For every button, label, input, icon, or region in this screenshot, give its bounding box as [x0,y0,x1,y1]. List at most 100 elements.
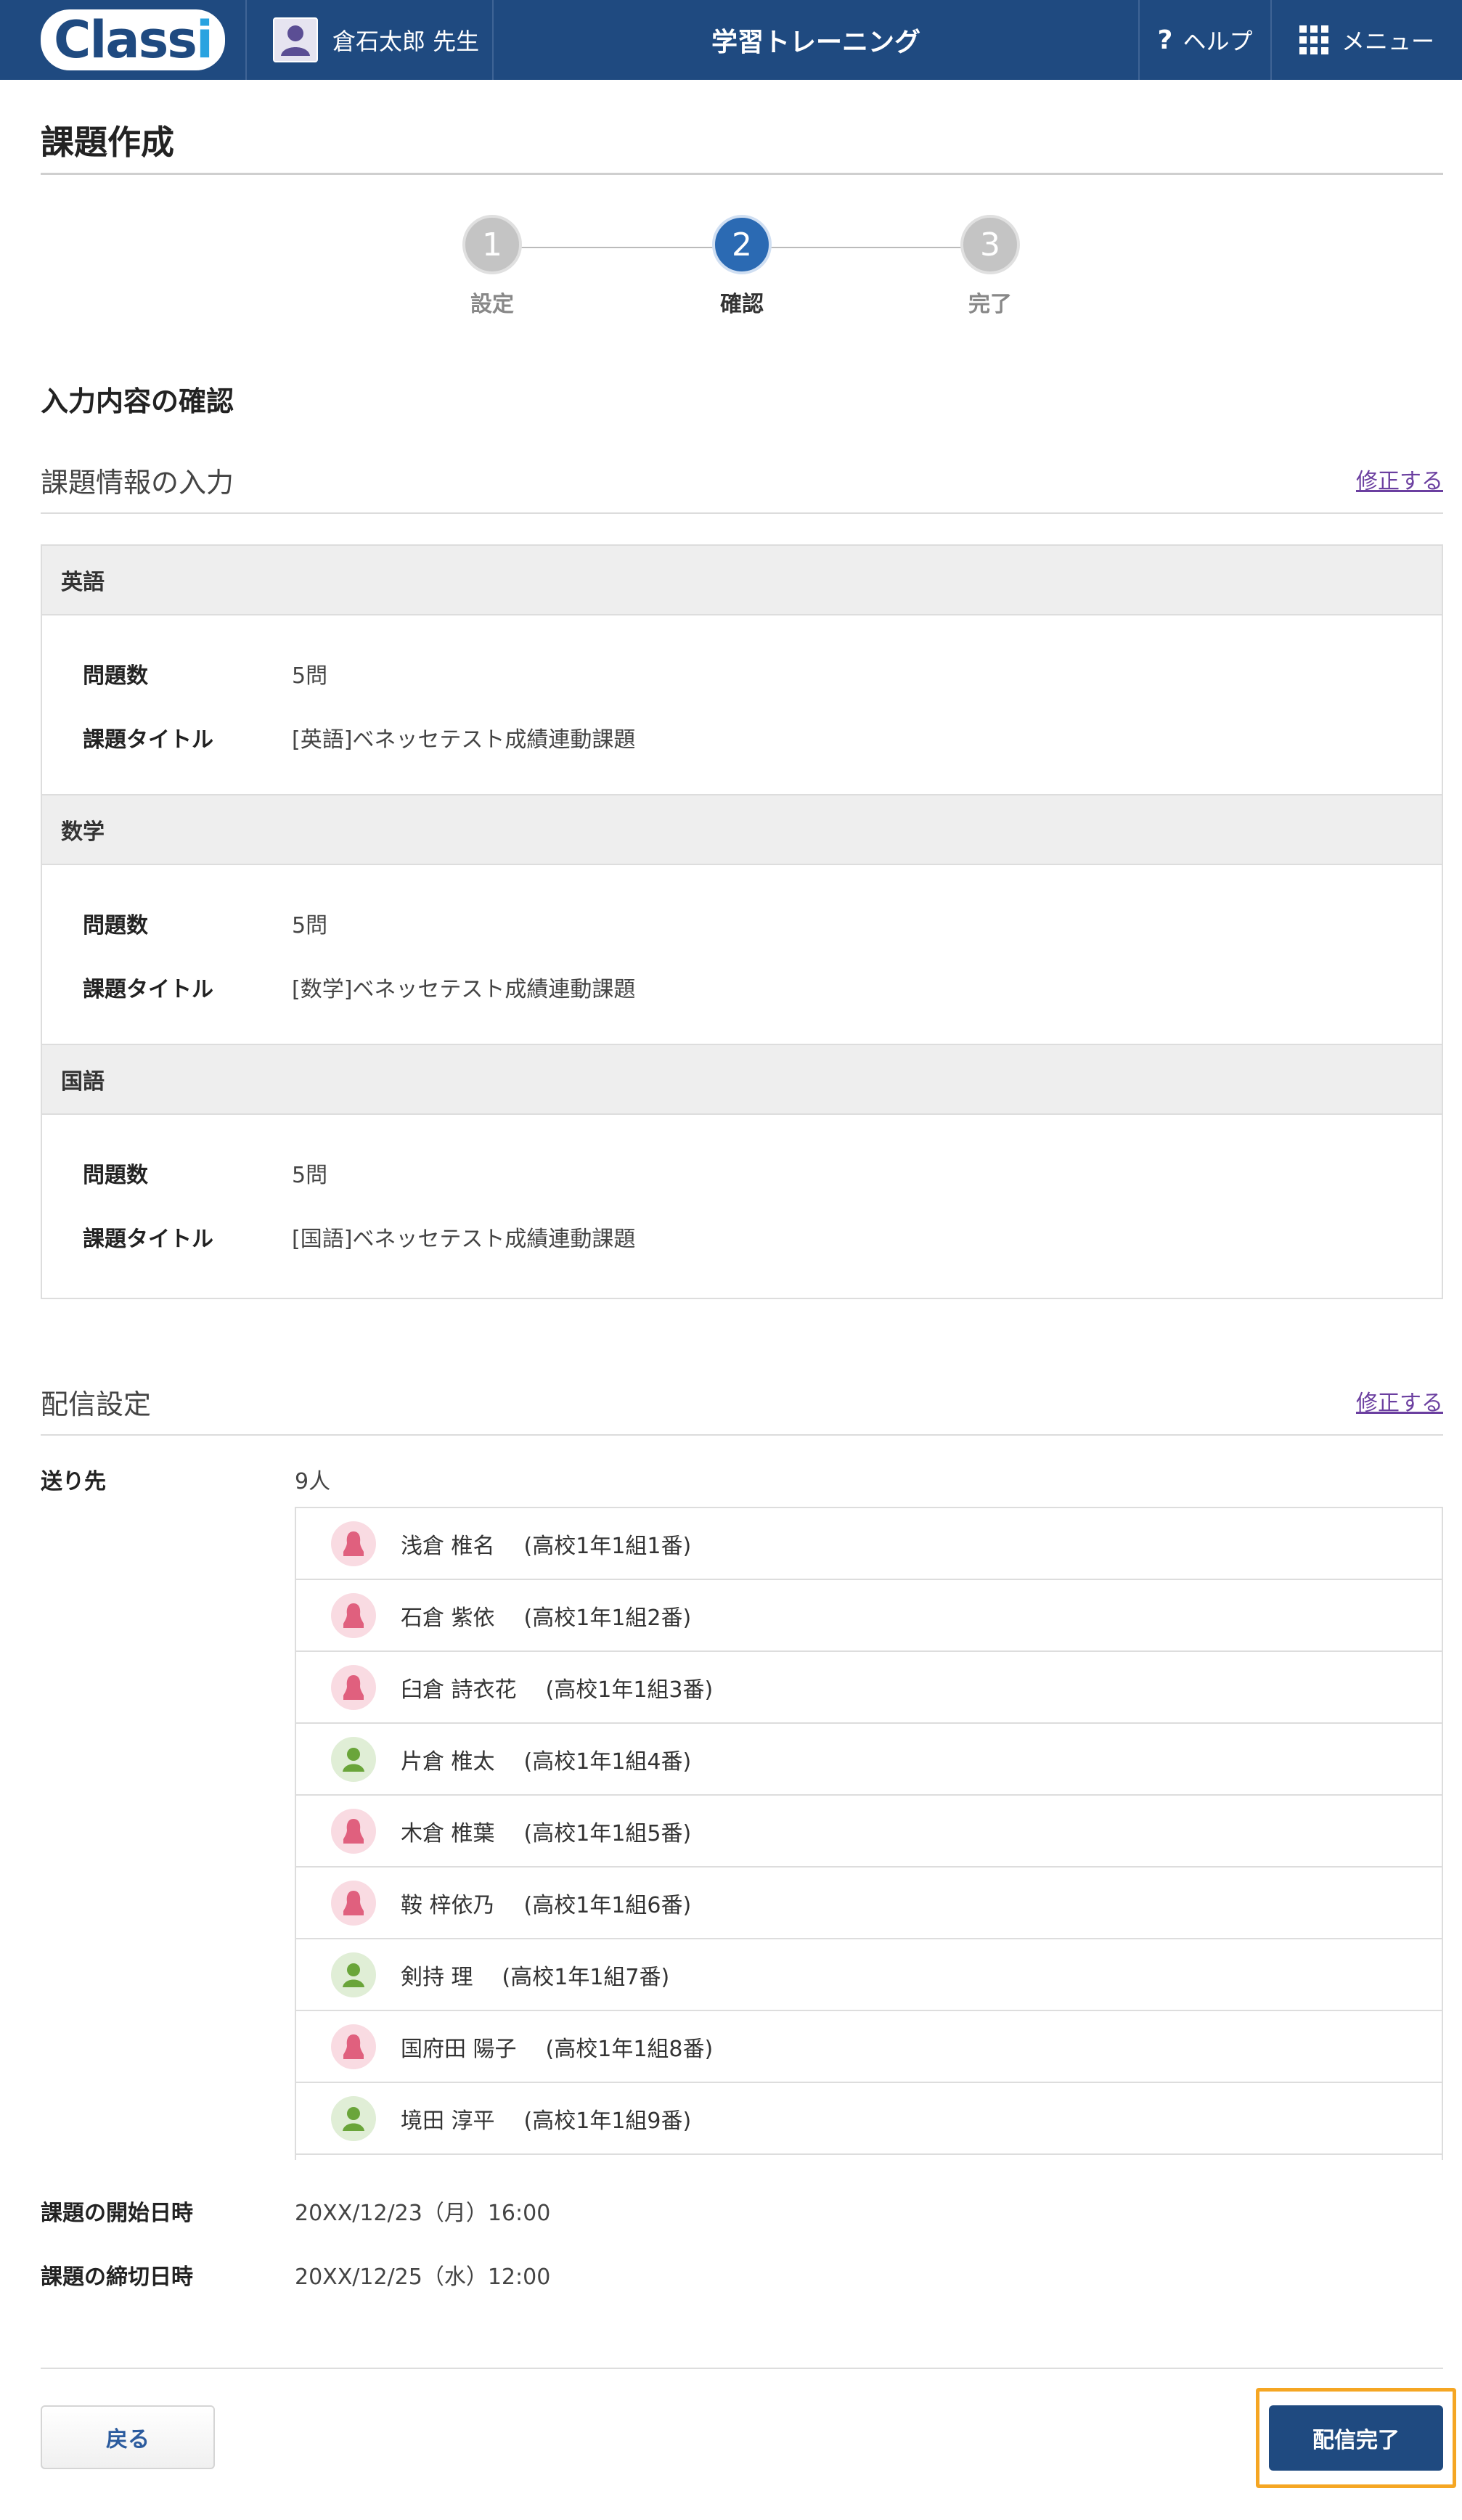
female-student-icon [331,2024,376,2069]
question-count-row: 問題数 5問 [83,1157,327,1189]
step-1-circle: 1 [462,215,522,274]
edit-assignment-link[interactable]: 修正する [1356,463,1443,495]
assignment-info-title: 課題情報の入力 [41,467,234,499]
list-item: 剣持 理 (高校1年1組7番) [296,1939,1442,2011]
step-1-label: 設定 [470,292,514,317]
question-count-value: 5問 [292,663,328,689]
male-student-icon [331,1736,376,1782]
list-item: 石倉 紫依 (高校1年1組2番) [296,1580,1442,1652]
question-count-label: 問題数 [83,913,148,938]
logo-badge: Classi [41,9,225,70]
user-name: 倉石太郎 先生 [332,28,480,55]
question-count-row: 問題数 5問 [83,907,327,939]
edit-distribution-link[interactable]: 修正する [1356,1385,1443,1417]
menu-button[interactable]: メニュー [1270,0,1462,80]
title-divider [41,173,1443,175]
assignment-title-label: 課題タイトル [83,1227,213,1252]
deliver-complete-button[interactable]: 配信完了 [1269,2405,1443,2471]
subject-header-japanese: 国語 [42,1045,1442,1115]
list-item: 浅倉 椎名 (高校1年1組1番) [296,1508,1442,1580]
grid-menu-icon [1299,25,1328,54]
question-count-value: 5問 [292,913,328,938]
list-item: 片倉 椎太 (高校1年1組4番) [296,1724,1442,1796]
app-title: 学習トレーニング [711,28,920,57]
menu-label: メニュー [1341,28,1434,55]
app-header: Classi 倉石太郎 先生 学習トレーニング ? ヘルプ メニュー [0,0,1462,80]
submit-highlight: 配信完了 [1256,2388,1456,2488]
list-item: 鞍 梓依乃 (高校1年1組6番) [296,1868,1442,1939]
recipient-name: 木倉 椎葉 [401,1820,495,1846]
recipient-class: (高校1年1組9番) [523,2108,692,2134]
back-button[interactable]: 戻る [41,2405,215,2469]
step-3: 3 完了 [918,215,1063,318]
assignment-title-value: [国語]ベネッセテスト成績連動課題 [292,1227,636,1252]
step-2-label: 確認 [720,292,764,317]
help-label: ヘルプ [1183,28,1253,55]
recipient-name: 片倉 椎太 [401,1748,495,1775]
recipient-class: (高校1年1組4番) [523,1748,692,1775]
step-3-circle: 3 [960,215,1020,274]
recipients-row: 送り先 9人 [41,1463,330,1495]
recipient-name: 剣持 理 [401,1964,473,1990]
subject-header-english: 英語 [42,546,1442,615]
step-3-label: 完了 [968,292,1012,317]
female-student-icon [331,1521,376,1566]
recipient-name: 臼倉 詩衣花 [401,1677,517,1703]
male-student-icon [331,1952,376,1997]
assignment-title-value: [数学]ベネッセテスト成績連動課題 [292,977,636,1002]
page-title: 課題作成 [41,123,174,162]
list-item: 木倉 椎葉 (高校1年1組5番) [296,1796,1442,1868]
end-date-value: 20XX/12/25（水）12:00 [295,2265,551,2290]
recipient-class: (高校1年1組6番) [523,1892,692,1918]
question-count-row: 問題数 5問 [83,658,327,690]
female-student-icon [331,1808,376,1854]
recipient-name: 石倉 紫依 [401,1605,495,1631]
recipient-name: 境田 淳平 [401,2108,495,2134]
recipient-class: (高校1年1組3番) [545,1677,714,1703]
recipient-class: (高校1年1組8番) [545,2036,714,2062]
logo-text: Classi [54,10,213,70]
classi-logo[interactable]: Classi [0,0,247,80]
subject-body-japanese: 問題数 5問 課題タイトル [国語]ベネッセテスト成績連動課題 [42,1115,1442,1295]
recipient-name: 国府田 陽子 [401,2036,517,2062]
subject-body-math: 問題数 5問 課題タイトル [数学]ベネッセテスト成績連動課題 [42,865,1442,1045]
subject-body-english: 問題数 5問 課題タイトル [英語]ベネッセテスト成績連動課題 [42,615,1442,795]
subject-header-math: 数学 [42,795,1442,865]
end-date-row: 課題の締切日時 20XX/12/25（水）12:00 [41,2259,550,2291]
female-student-icon [331,1592,376,1638]
assignment-title-value: [英語]ベネッセテスト成績連動課題 [292,727,636,753]
list-item: 臼倉 詩衣花 (高校1年1組3番) [296,1652,1442,1724]
list-item: 境田 淳平 (高校1年1組9番) [296,2083,1442,2155]
user-profile[interactable]: 倉石太郎 先生 [247,0,494,80]
step-1: 1 設定 [420,215,565,318]
distribution-title: 配信設定 [41,1388,152,1420]
list-item: 国府田 陽子 (高校1年1組8番) [296,2011,1442,2083]
assignment-title-row: 課題タイトル [国語]ベネッセテスト成績連動課題 [83,1221,635,1253]
confirm-heading: 入力内容の確認 [41,385,234,417]
footer-divider [41,2368,1443,2369]
recipient-class: (高校1年1組5番) [523,1820,692,1846]
step-2: 2 確認 [669,215,814,318]
end-date-label: 課題の締切日時 [41,2265,193,2290]
recipient-class: (高校1年1組1番) [523,1533,692,1559]
distribution-header: 配信設定 修正する [41,1370,1443,1436]
question-count-label: 問題数 [83,663,148,689]
start-date-label: 課題の開始日時 [41,2201,193,2226]
help-button[interactable]: ? ヘルプ [1138,0,1270,80]
step-indicator: 1 設定 2 確認 3 完了 [0,215,1462,324]
recipient-class: (高校1年1組7番) [502,1964,670,1990]
recipient-name: 浅倉 椎名 [401,1533,495,1559]
assignment-info-header: 課題情報の入力 修正する [41,449,1443,514]
question-count-label: 問題数 [83,1163,148,1188]
step-2-circle: 2 [712,215,772,274]
recipients-list[interactable]: 浅倉 椎名 (高校1年1組1番) 石倉 紫依 (高校1年1組2番) 臼倉 詩衣花… [295,1507,1443,2160]
start-date-value: 20XX/12/23（月）16:00 [295,2201,551,2226]
recipients-count: 9人 [295,1469,331,1494]
question-count-value: 5問 [292,1163,328,1188]
user-avatar-icon [273,17,318,62]
recipient-name: 鞍 梓依乃 [401,1892,495,1918]
female-student-icon [331,1664,376,1710]
male-student-icon [331,2095,376,2141]
assignment-title-row: 課題タイトル [英語]ベネッセテスト成績連動課題 [83,721,635,753]
help-icon: ? [1157,25,1173,55]
